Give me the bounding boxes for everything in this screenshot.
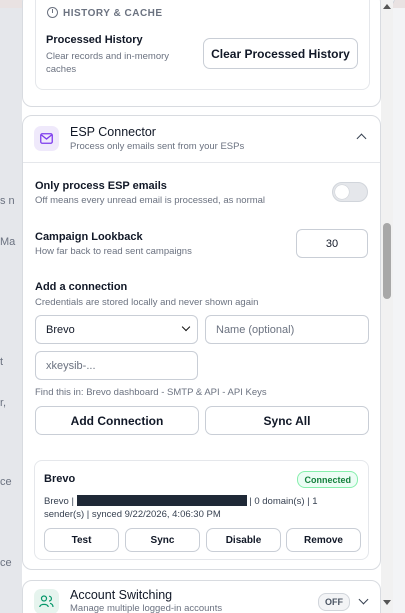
add-connection-description: Credentials are stored locally and never… bbox=[35, 297, 259, 308]
connection-name-input[interactable]: Name (optional) bbox=[205, 315, 369, 344]
account-switching-status-badge: OFF bbox=[318, 593, 350, 611]
campaign-lookback-input[interactable]: 30 bbox=[296, 229, 368, 258]
scroll-down-arrow-icon[interactable] bbox=[383, 600, 391, 605]
sync-all-button[interactable]: Sync All bbox=[205, 406, 369, 435]
remove-button[interactable]: Remove bbox=[286, 528, 361, 552]
background-page bbox=[0, 0, 22, 613]
campaign-lookback-description: How far back to read sent campaigns bbox=[35, 246, 192, 257]
connection-meta: Brevo | | 0 domain(s) | 1 sender(s) | sy… bbox=[44, 495, 344, 521]
only-esp-description: Off means every unread email is processe… bbox=[35, 195, 266, 206]
api-key-hint: Find this in: Brevo dashboard - SMTP & A… bbox=[35, 387, 267, 398]
account-switching-subtitle: Manage multiple logged-in accounts bbox=[70, 603, 223, 613]
scrollbar[interactable] bbox=[381, 0, 393, 613]
users-icon bbox=[34, 589, 59, 613]
processed-history-title: Processed History bbox=[46, 34, 143, 46]
campaign-lookback-title: Campaign Lookback bbox=[35, 231, 143, 243]
chevron-up-icon[interactable] bbox=[356, 133, 367, 144]
sync-button[interactable]: Sync bbox=[125, 528, 200, 552]
test-button[interactable]: Test bbox=[44, 528, 119, 552]
only-esp-toggle[interactable] bbox=[332, 182, 368, 202]
background-text-fragment: ce bbox=[0, 476, 12, 488]
status-badge: Connected bbox=[297, 471, 358, 488]
processed-history-description: Clear records and in-memory caches bbox=[46, 51, 170, 75]
esp-connector-header[interactable]: ESP Connector Process only emails sent f… bbox=[23, 116, 380, 163]
background-text-fragment: ce bbox=[0, 557, 12, 569]
scroll-up-arrow-icon[interactable] bbox=[383, 4, 391, 9]
history-section-label: HISTORY & CACHE bbox=[63, 8, 163, 19]
account-switching-card[interactable]: Account Switching Manage multiple logged… bbox=[22, 580, 381, 613]
connection-name: Brevo bbox=[44, 473, 76, 485]
add-connection-title: Add a connection bbox=[35, 281, 128, 293]
account-switching-title: Account Switching bbox=[70, 588, 173, 602]
esp-connector-title: ESP Connector bbox=[70, 125, 156, 139]
chevron-down-icon bbox=[181, 322, 191, 332]
connection-item: Brevo Connected Brevo | | 0 domain(s) | … bbox=[34, 460, 369, 560]
provider-select[interactable]: Brevo bbox=[35, 315, 198, 344]
background-text-fragment: r, bbox=[0, 397, 7, 409]
settings-panel: HISTORY & CACHE Processed History Clear … bbox=[22, 0, 393, 613]
background-text-fragment: Ma bbox=[0, 236, 16, 248]
redacted-block bbox=[76, 495, 247, 506]
connection-meta-prefix: Brevo | bbox=[44, 496, 74, 507]
mail-icon bbox=[34, 126, 59, 151]
esp-connector-subtitle: Process only emails sent from your ESPs bbox=[70, 141, 245, 152]
scrollbar-thumb[interactable] bbox=[383, 223, 391, 299]
history-card: HISTORY & CACHE Processed History Clear … bbox=[22, 0, 381, 107]
chevron-down-icon[interactable] bbox=[358, 594, 369, 605]
background-text-fragment: t bbox=[0, 356, 4, 368]
toggle-knob bbox=[335, 185, 349, 199]
clear-processed-history-button[interactable]: Clear Processed History bbox=[203, 38, 358, 69]
background-text-fragment: s n bbox=[0, 195, 15, 207]
api-key-input[interactable]: xkeysib-... bbox=[35, 351, 198, 380]
esp-connector-card: ESP Connector Process only emails sent f… bbox=[22, 115, 381, 570]
only-esp-title: Only process ESP emails bbox=[35, 180, 167, 192]
disable-button[interactable]: Disable bbox=[206, 528, 281, 552]
add-connection-button[interactable]: Add Connection bbox=[35, 406, 199, 435]
provider-select-value: Brevo bbox=[46, 323, 75, 336]
clock-icon bbox=[47, 7, 58, 18]
